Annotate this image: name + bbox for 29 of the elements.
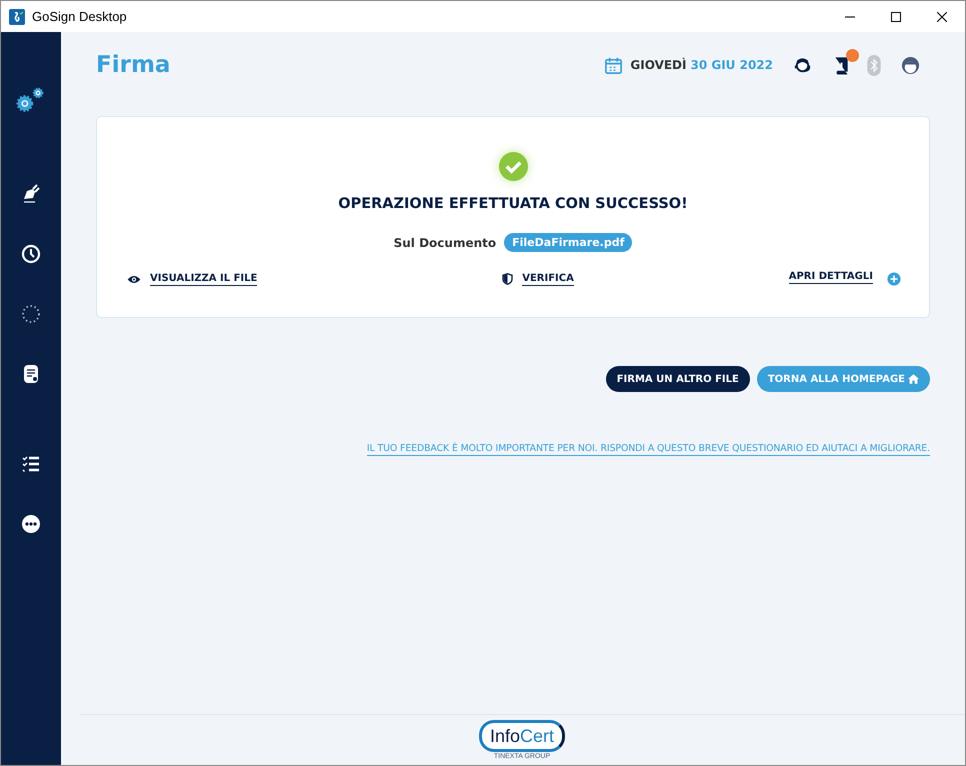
document-icon[interactable]	[21, 364, 41, 384]
window-title: GoSign Desktop	[32, 9, 127, 24]
maximize-icon[interactable]	[891, 12, 901, 22]
plus-icon[interactable]	[886, 272, 901, 286]
user-avatar-icon[interactable]	[901, 56, 920, 74]
file-name-tag: FileDaFirmare.pdf	[504, 233, 632, 252]
more-icon[interactable]	[21, 514, 41, 534]
eye-icon	[127, 274, 141, 284]
page-title: Firma	[96, 52, 170, 78]
link[interactable]: VISUALIZZA IL FILE	[150, 272, 258, 286]
date-label: 30 GIU 2022	[690, 58, 773, 72]
clock-icon[interactable]	[21, 244, 41, 264]
infocert-logo: InfoCert	[478, 720, 566, 752]
home-icon	[908, 374, 919, 384]
weekday-label: GIOVEDÌ	[630, 58, 686, 72]
link[interactable]: APRI DETTAGLI	[788, 270, 873, 284]
loading-icon[interactable]	[21, 304, 41, 324]
gears-icon[interactable]	[16, 86, 46, 114]
document-label: Sul Documento	[394, 236, 496, 250]
app-icon	[9, 8, 25, 24]
shield-icon	[502, 273, 514, 285]
checklist-icon[interactable]	[21, 454, 41, 474]
sign-another-button[interactable]: FIRMA UN ALTRO FILE	[606, 366, 750, 392]
success-message: OPERAZIONE EFFETTUATA CON SUCCESSO!	[338, 196, 688, 212]
pen-icon[interactable]	[21, 184, 41, 204]
success-check-icon	[498, 151, 528, 182]
close-icon[interactable]	[937, 12, 947, 22]
link[interactable]: VERIFICA	[522, 272, 574, 286]
calendar-icon	[604, 56, 624, 74]
